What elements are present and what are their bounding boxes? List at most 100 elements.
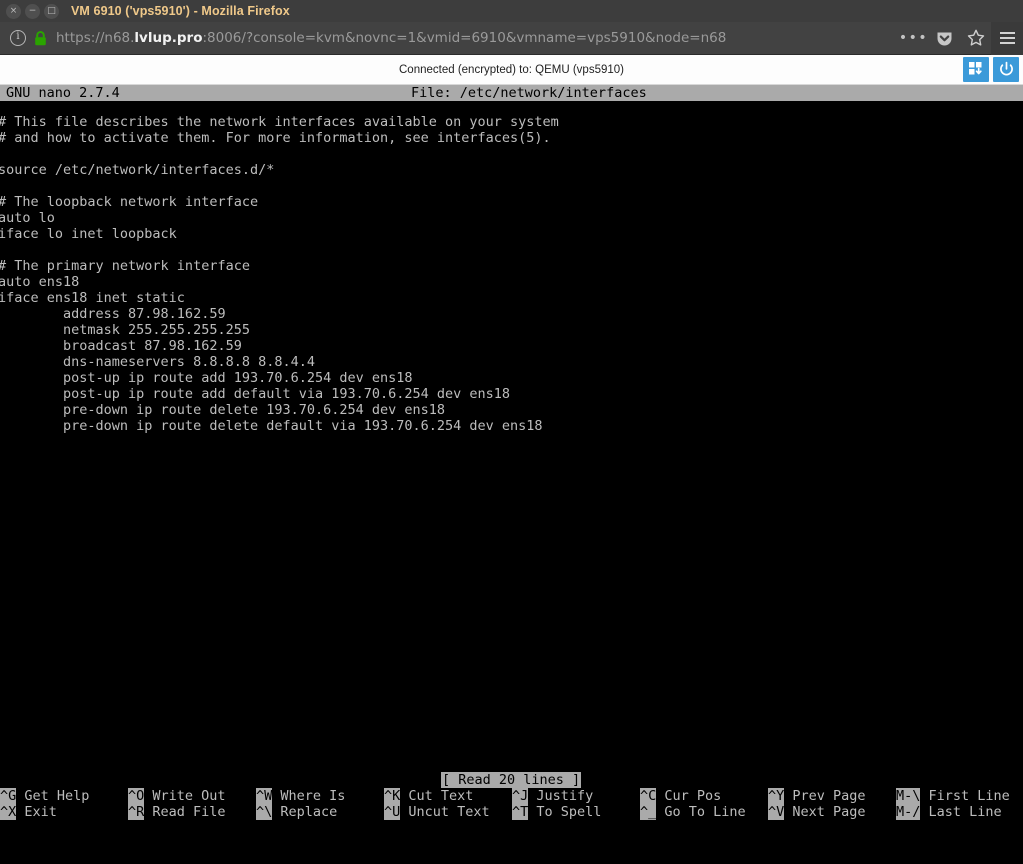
nano-shortcut-key: ^T [512, 804, 529, 820]
nano-line: dns-nameservers 8.8.8.8 8.8.4.4 [0, 354, 315, 370]
nano-shortcut-label: Cur Pos [656, 788, 722, 804]
nano-shortcut[interactable]: ^J Justify [512, 788, 593, 804]
nano-shortcut-label: Get Help [16, 788, 90, 804]
browser-toolbar: i https://n68.lvlup.pro:8006/?console=kv… [0, 21, 1023, 55]
nano-shortcut-key: ^J [512, 788, 529, 804]
pocket-icon[interactable] [929, 22, 960, 55]
nano-text-area[interactable]: # This file describes the network interf… [0, 114, 1023, 434]
bookmark-star-icon[interactable] [960, 22, 991, 55]
page-actions-glyph: ••• [898, 30, 929, 46]
menu-hamburger-icon[interactable] [991, 21, 1023, 55]
nano-shortcut-row-2: ^X Exit ^R Read File ^\ Replace ^U Uncut Te… [0, 804, 1023, 820]
nano-shortcut[interactable]: ^W Where Is [256, 788, 345, 804]
nano-shortcut-key: ^O [128, 788, 145, 804]
novnc-status-bar: Connected (encrypted) to: QEMU (vps5910) [0, 55, 1023, 85]
nano-shortcut-row-1: ^G Get Help ^O Write Out ^W Where Is ^K Cut… [0, 788, 1023, 804]
nano-shortcut-label: Uncut Text [400, 804, 490, 820]
novnc-controls [963, 57, 1019, 82]
nano-shortcut[interactable]: ^U Uncut Text [384, 804, 490, 820]
nano-shortcut[interactable]: ^K Cut Text [384, 788, 473, 804]
nano-line: # The primary network interface [0, 258, 250, 274]
lock-icon[interactable] [34, 30, 47, 46]
nano-shortcut-label: Go To Line [656, 804, 746, 820]
minimize-icon[interactable]: − [25, 3, 40, 19]
nano-shortcut-key: M-\ [896, 788, 921, 804]
nano-shortcut-label: Justify [528, 788, 594, 804]
nano-shortcut[interactable]: ^Y Prev Page [768, 788, 866, 804]
nano-line: netmask 255.255.255.255 [0, 322, 250, 338]
nano-status-message: [ Read 20 lines ] [441, 772, 582, 788]
nano-line: iface lo inet loopback [0, 226, 177, 242]
nano-shortcut-label: Last Line [920, 804, 1002, 820]
nano-shortcut-label: Exit [16, 804, 57, 820]
close-icon[interactable]: × [6, 3, 21, 19]
nano-shortcut-label: To Spell [528, 804, 602, 820]
nano-shortcut-label: Replace [272, 804, 338, 820]
nano-shortcut-key: ^X [0, 804, 17, 820]
nano-shortcut-key: ^G [0, 788, 17, 804]
maximize-icon[interactable]: □ [44, 3, 59, 19]
nano-line: pre-down ip route delete default via 193… [0, 418, 543, 434]
url-host: lvlup.pro [134, 30, 203, 46]
nano-line: broadcast 87.98.162.59 [0, 338, 242, 354]
nano-line: address 87.98.162.59 [0, 306, 226, 322]
nano-shortcut-label: Prev Page [784, 788, 866, 804]
toolbar-actions: ••• [898, 21, 1023, 55]
nano-shortcut-key: ^R [128, 804, 145, 820]
window-titlebar: × − □ VM 6910 ('vps5910') - Mozilla Fire… [0, 0, 1023, 22]
ctrl-alt-del-icon[interactable] [963, 57, 989, 82]
nano-line: pre-down ip route delete 193.70.6.254 de… [0, 402, 446, 418]
nano-line: source /etc/network/interfaces.d/* [0, 162, 275, 178]
nano-shortcut[interactable]: ^R Read File [128, 804, 226, 820]
nano-shortcut-label: Read File [144, 804, 226, 820]
url-bar[interactable]: i https://n68.lvlup.pro:8006/?console=kv… [0, 22, 898, 55]
nano-line: # This file describes the network interf… [0, 114, 559, 130]
url-scheme: https://n68. [56, 30, 135, 46]
nano-shortcut-key: ^U [384, 804, 401, 820]
nano-shortcut[interactable]: ^\ Replace [256, 804, 337, 820]
nano-shortcut[interactable]: ^_ Go To Line [640, 804, 746, 820]
nano-shortcut[interactable]: ^V Next Page [768, 804, 866, 820]
nano-shortcut-label: Next Page [784, 804, 866, 820]
nano-version: GNU nano 2.7.4 [6, 85, 120, 101]
nano-line: # The loopback network interface [0, 194, 259, 210]
nano-shortcut[interactable]: M-/ Last Line [896, 804, 1002, 820]
nano-line: # and how to activate them. For more inf… [0, 130, 551, 146]
nano-line [0, 242, 1023, 258]
nano-shortcut[interactable]: ^C Cur Pos [640, 788, 721, 804]
nano-shortcut-key: ^C [640, 788, 657, 804]
page-actions-icon[interactable]: ••• [898, 22, 929, 55]
novnc-connection-status: Connected (encrypted) to: QEMU (vps5910) [399, 63, 624, 76]
nano-shortcut[interactable]: ^T To Spell [512, 804, 601, 820]
nano-shortcut-label: First Line [920, 788, 1010, 804]
nano-shortcut-key: ^\ [256, 804, 273, 820]
window-title: VM 6910 ('vps5910') - Mozilla Firefox [71, 4, 290, 18]
nano-shortcut-label: Cut Text [400, 788, 474, 804]
nano-shortcut-key: ^_ [640, 804, 657, 820]
nano-shortcut-label: Write Out [144, 788, 226, 804]
nano-shortcut[interactable]: M-\ First Line [896, 788, 1010, 804]
url-path: :8006/?console=kvm&novnc=1&vmid=6910&vmn… [202, 30, 727, 46]
nano-shortcut-key: ^V [768, 804, 785, 820]
vnc-terminal-canvas[interactable]: GNU nano 2.7.4 File: /etc/network/interf… [0, 85, 1023, 864]
nano-shortcut[interactable]: ^G Get Help [0, 788, 89, 804]
nano-line [0, 146, 1023, 162]
nano-shortcut-bar: ^G Get Help ^O Write Out ^W Where Is ^K Cut… [0, 788, 1023, 820]
window-controls: × − □ [6, 3, 59, 19]
url-text: https://n68.lvlup.pro:8006/?console=kvm&… [56, 30, 726, 46]
nano-shortcut[interactable]: ^O Write Out [128, 788, 226, 804]
nano-file-label: File: /etc/network/interfaces [411, 85, 647, 101]
nano-line: iface ens18 inet static [0, 290, 185, 306]
site-info-icon[interactable]: i [10, 30, 26, 46]
nano-line [0, 178, 1023, 194]
power-icon[interactable] [993, 57, 1019, 82]
nano-shortcut-key: ^Y [768, 788, 785, 804]
nano-line: post-up ip route add 193.70.6.254 dev en… [0, 370, 413, 386]
nano-line: post-up ip route add default via 193.70.… [0, 386, 511, 402]
nano-line: auto ens18 [0, 274, 80, 290]
nano-shortcut[interactable]: ^X Exit [0, 804, 57, 820]
nano-line: auto lo [0, 210, 55, 226]
nano-title-bar: GNU nano 2.7.4 File: /etc/network/interf… [0, 85, 1023, 101]
nano-shortcut-label: Where Is [272, 788, 346, 804]
nano-shortcut-key: M-/ [896, 804, 921, 820]
